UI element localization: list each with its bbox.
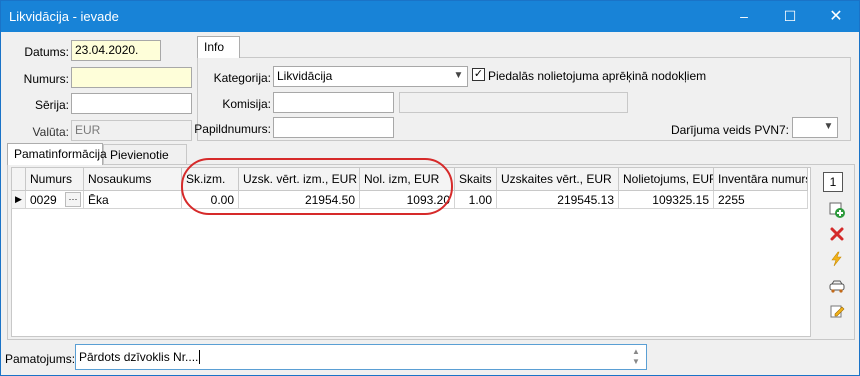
cell-nolietojums[interactable]: 109325.15 [618,190,714,209]
nolietojums-checkbox[interactable]: ✓ [472,68,485,81]
tab-info[interactable]: Info [197,36,240,58]
column-header-nol-izm[interactable]: Nol. izm, EUR [359,167,455,191]
column-header-inventara-numurs[interactable]: Inventāra numurs [713,167,808,191]
komisija-name-field [399,92,628,113]
scroll-up-icon[interactable]: ▲ [630,347,642,356]
car-icon[interactable] [825,278,849,298]
column-header-uzskaites-vert[interactable]: Uzskaites vērt., EUR [496,167,619,191]
row-count-indicator: 1 [823,172,843,192]
numurs-label: Numurs: [23,72,69,86]
chevron-down-icon: ▼ [453,70,464,81]
pvn-label: Darījuma veids PVN7: [670,123,789,137]
title-bar: Likvidācija - ievade – ☐ ✕ [1,1,859,32]
scroll-down-icon[interactable]: ▼ [630,357,642,366]
checkbox-label: Piedalās nolietojuma aprēķinā nodokļiem [488,69,707,83]
column-header-uzsk-vert-izm[interactable]: Uzsk. vērt. izm., EUR [238,167,360,191]
column-header-nolietojums[interactable]: Nolietojums, EUR [618,167,714,191]
lightning-icon[interactable] [825,251,849,271]
row-indicator-header [11,167,26,191]
datums-label: Datums: [24,45,69,59]
cell-sk-izm[interactable]: 0.00 [181,190,239,209]
table-header-row: Numurs Nosaukums Sk.izm. Uzsk. vērt. izm… [11,167,808,191]
pvn-select[interactable]: ▼ [792,117,838,138]
cell-uzskaites-vert[interactable]: 219545.13 [496,190,619,209]
datums-field[interactable]: 23.04.2020. [71,40,161,61]
tab-pievienotie-faili[interactable]: Pievienotie faili [103,144,187,176]
valuta-label: Valūta: [32,125,69,139]
cell-uzsk-vert-izm[interactable]: 21954.50 [238,190,360,209]
cell-nosaukums[interactable]: Ēka [83,190,182,209]
close-button[interactable]: ✕ [813,1,859,32]
papildnumurs-label: Papildnumurs: [194,122,271,136]
numurs-field[interactable] [71,67,192,88]
current-row-indicator-icon: ▶ [11,190,26,209]
column-header-skaits[interactable]: Skaits [454,167,497,191]
komisija-field[interactable] [273,92,394,113]
pamatojums-field[interactable]: Pārdots dzīvoklis Nr.... ▲ ▼ [75,344,647,370]
text-cursor [199,350,201,364]
kategorija-select[interactable]: Likvidācija ▼ [273,66,468,87]
papildnumurs-field[interactable] [273,117,394,138]
app-window: Likvidācija - ievade – ☐ ✕ Datums: 23.04… [0,0,860,376]
window-title: Likvidācija - ievade [9,9,119,24]
table-row[interactable]: ▶ 0029 ··· Ēka 0.00 21954.50 1093.20 1.0… [11,190,808,209]
delete-icon[interactable] [825,226,849,246]
column-header-nosaukums[interactable]: Nosaukums [83,167,182,191]
column-header-sk-izm[interactable]: Sk.izm. [181,167,239,191]
valuta-field: EUR [71,120,192,141]
serija-field[interactable] [71,93,192,114]
assets-table: Numurs Nosaukums Sk.izm. Uzsk. vērt. izm… [11,167,808,209]
serija-label: Sērija: [34,98,69,112]
tab-pamatinformacija-label: Pamatinformācija [14,147,107,161]
maximize-button[interactable]: ☐ [767,1,813,32]
cell-skaits[interactable]: 1.00 [454,190,497,209]
cell-numurs[interactable]: 0029 ··· [25,190,84,209]
tab-pamatinformacija[interactable]: Pamatinformācija [7,143,107,165]
cell-inventara-numurs[interactable]: 2255 [713,190,808,209]
lookup-ellipsis-button[interactable]: ··· [65,192,81,207]
kategorija-value: Likvidācija [277,69,333,83]
column-header-numurs[interactable]: Numurs [25,167,84,191]
pamatojums-value: Pārdots dzīvoklis Nr.... [79,350,199,364]
kategorija-label: Kategorija: [213,71,271,85]
cell-numurs-value: 0029 [30,192,57,207]
add-row-icon[interactable] [825,201,849,221]
tab-info-label: Info [204,40,225,54]
cell-nol-izm[interactable]: 1093.20 [359,190,455,209]
pamatojums-label: Pamatojums: [5,352,76,366]
chevron-down-icon: ▼ [823,121,834,132]
komisija-label: Komisija: [222,97,271,111]
edit-icon[interactable] [825,303,849,323]
minimize-button[interactable]: – [721,1,767,32]
